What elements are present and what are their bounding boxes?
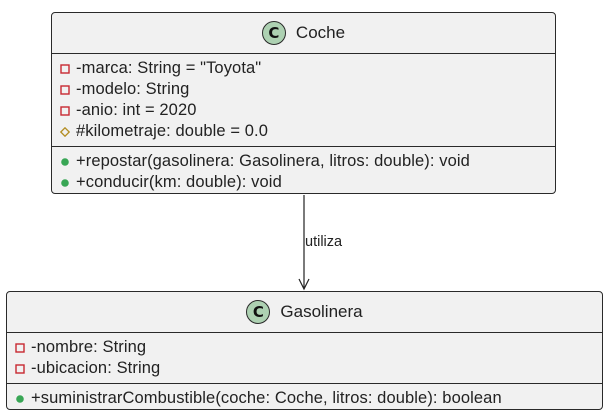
association-label: utiliza	[305, 234, 343, 250]
attributes-compartment: -nombre: String -ubicacion: String	[7, 333, 602, 383]
private-visibility-icon	[15, 363, 25, 374]
method-row: +suministrarCombustible(coche: Coche, li…	[15, 388, 602, 409]
attribute-row: -ubicacion: String	[15, 358, 602, 379]
attribute-row: -nombre: String	[15, 337, 602, 358]
class-gasolinera: C Gasolinera -nombre: String -ubicacion:…	[6, 291, 603, 410]
private-visibility-icon	[15, 342, 25, 353]
class-name: Gasolinera	[280, 302, 363, 321]
attribute-text: -ubicacion: String	[31, 359, 161, 377]
class-header: C Gasolinera	[7, 292, 602, 333]
attribute-text: -nombre: String	[31, 338, 147, 356]
method-text: +suministrarCombustible(coche: Coche, li…	[31, 389, 502, 407]
public-visibility-icon	[16, 394, 24, 403]
class-stereotype-icon: C	[246, 300, 271, 324]
methods-compartment: +suministrarCombustible(coche: Coche, li…	[7, 383, 602, 413]
